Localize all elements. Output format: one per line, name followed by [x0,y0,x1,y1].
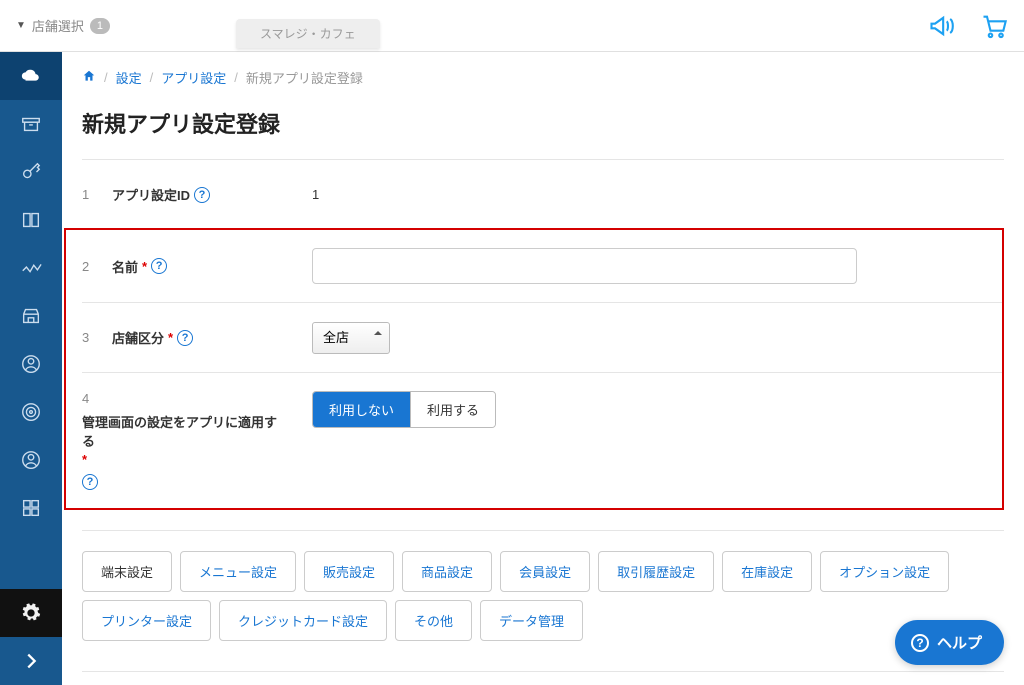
tab-stock[interactable]: 在庫設定 [722,551,812,592]
grid-icon [20,497,42,519]
book-icon [20,209,42,231]
settings-tabs: 端末設定 メニュー設定 販売設定 商品設定 会員設定 取引履歴設定 在庫設定 オ… [82,530,1004,641]
target-icon [20,401,42,423]
chevron-down-icon: ▼ [16,20,26,31]
tab-transaction[interactable]: 取引履歴設定 [598,551,714,592]
chart-icon [20,257,42,279]
tab-member[interactable]: 会員設定 [500,551,590,592]
sidebar-item-store[interactable] [0,292,62,340]
required-mark: * [142,259,147,274]
toggle-use[interactable]: 利用する [410,392,495,427]
form-row-store-type: 3 店舗区分* ? 全店 [82,302,1002,372]
chevron-right-icon [20,650,42,672]
tab-data[interactable]: データ管理 [480,600,583,641]
storefront-icon [20,305,42,327]
tab-sales[interactable]: 販売設定 [304,551,394,592]
required-mark: * [82,452,87,467]
page-title: 新規アプリ設定登録 [82,107,1004,139]
sidebar-item-user1[interactable] [0,340,62,388]
help-icon: ? [911,634,929,652]
row-number: 2 [82,259,112,274]
breadcrumb-separator: / [234,70,238,85]
row-label-apply-admin: 管理画面の設定をアプリに適用する* [82,412,282,467]
breadcrumb-separator: / [104,70,108,85]
sidebar-item-cloud[interactable] [0,52,62,100]
name-input[interactable] [312,248,857,284]
form-row-apply-admin: 4 管理画面の設定をアプリに適用する* ? 利用しない 利用する [82,372,1002,508]
row-number: 4 [82,391,112,406]
help-icon[interactable]: ? [82,474,98,490]
archive-icon [20,113,42,135]
home-icon [82,69,96,83]
breadcrumb-settings[interactable]: 設定 [116,68,142,87]
row-label-app-id: アプリ設定ID ? [112,185,312,204]
breadcrumb-app-settings[interactable]: アプリ設定 [161,68,226,87]
store-count-badge: 1 [90,18,110,34]
tab-other[interactable]: その他 [395,600,472,641]
help-icon[interactable]: ? [151,258,167,274]
store-select-dropdown[interactable]: ▼ 店舗選択 1 [16,16,110,35]
sidebar-item-expand[interactable] [0,637,62,685]
sidebar-item-archive[interactable] [0,100,62,148]
sidebar-item-settings[interactable] [0,589,62,637]
help-fab-label: ヘルプ [937,632,982,653]
store-select-label: 店舗選択 [32,16,84,35]
breadcrumb-separator: / [150,70,154,85]
row-label-name: 名前* ? [112,257,312,276]
row-number: 3 [82,330,112,345]
row-label-store-type: 店舗区分* ? [112,328,312,347]
toggle-not-use[interactable]: 利用しない [313,392,410,427]
megaphone-icon[interactable] [928,12,956,40]
sidebar-item-book[interactable] [0,196,62,244]
store-type-select[interactable]: 全店 [312,322,390,354]
row-number: 1 [82,187,112,202]
tab-printer[interactable]: プリンター設定 [82,600,211,641]
sidebar [0,52,62,685]
app-tab[interactable]: スマレジ・カフェ [236,19,380,48]
sidebar-item-chart[interactable] [0,244,62,292]
row-value-app-id: 1 [312,187,1004,202]
form-row-app-id: 1 アプリ設定ID ? 1 [82,159,1004,229]
top-header: ▼ 店舗選択 1 スマレジ・カフェ [0,0,1024,52]
required-mark: * [168,330,173,345]
apply-admin-toggle: 利用しない 利用する [312,391,496,428]
help-icon[interactable]: ? [177,330,193,346]
highlighted-section: 2 名前* ? 3 店舗区分* ? 全店 [64,228,1004,510]
sidebar-item-grid[interactable] [0,484,62,532]
key-icon [20,161,42,183]
cart-icon[interactable] [980,12,1008,40]
sidebar-item-target[interactable] [0,388,62,436]
tab-option[interactable]: オプション設定 [820,551,949,592]
section-title-terminal: 端末設定 [82,671,1004,685]
cloud-icon [20,65,42,87]
breadcrumb: / 設定 / アプリ設定 / 新規アプリ設定登録 [82,68,1004,87]
help-fab-button[interactable]: ? ヘルプ [895,620,1004,665]
breadcrumb-current: 新規アプリ設定登録 [246,68,363,87]
user-icon [20,353,42,375]
tab-product[interactable]: 商品設定 [402,551,492,592]
tab-creditcard[interactable]: クレジットカード設定 [219,600,387,641]
form-row-name: 2 名前* ? [82,230,1002,302]
breadcrumb-home[interactable] [82,69,96,86]
user-icon [20,449,42,471]
sidebar-item-user2[interactable] [0,436,62,484]
tab-terminal[interactable]: 端末設定 [82,551,172,592]
sidebar-item-key[interactable] [0,148,62,196]
gear-icon [20,602,42,624]
help-icon[interactable]: ? [194,187,210,203]
main-content: / 設定 / アプリ設定 / 新規アプリ設定登録 新規アプリ設定登録 1 アプリ… [62,52,1024,685]
tab-menu[interactable]: メニュー設定 [180,551,296,592]
